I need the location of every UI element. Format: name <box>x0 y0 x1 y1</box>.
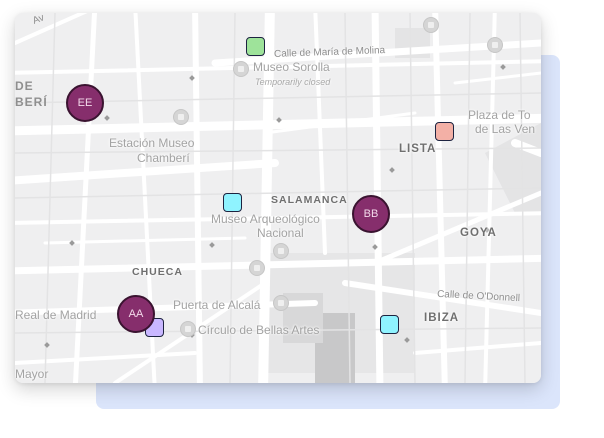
poi-label-mayor: Mayor <box>15 367 49 381</box>
poi-label-plaza-toros-line2: de Las Ven <box>475 122 536 136</box>
train-icon <box>249 260 265 276</box>
poi-label-estacion-line1: Estación Museo <box>109 136 195 150</box>
poi-label-circulo-bellas-artes: Círculo de Bellas Artes <box>198 323 320 337</box>
poi-label-arqueologico-line1: Museo Arqueológico <box>211 212 320 226</box>
district-label-chueca: CHUECA <box>132 266 183 278</box>
district-label-lista: LISTA <box>399 143 437 155</box>
camera-icon <box>487 37 503 53</box>
lock-icon <box>423 17 439 33</box>
district-label-goya: GOYA <box>460 227 497 239</box>
district-label-de: DE <box>15 79 34 93</box>
poi-label-real-madrid: Real de Madrid <box>15 308 97 322</box>
marker-square-cyan-center[interactable] <box>223 193 242 212</box>
marker-square-salmon[interactable] <box>435 122 454 141</box>
landmark-icon <box>273 295 289 311</box>
poi-label-sorolla-status: Temporarily closed <box>255 77 331 87</box>
marker-circle-ee[interactable]: EE <box>66 84 104 122</box>
poi-label-plaza-toros-line1: Plaza de To <box>468 108 531 122</box>
theatre-icon <box>180 321 196 337</box>
district-label-salamanca: SALAMANCA <box>271 194 348 206</box>
map-view[interactable]: Av DE BERÍ Calle de María de Molina Muse… <box>15 13 541 383</box>
marker-square-cyan-ibiza[interactable] <box>380 315 399 334</box>
marker-circle-bb[interactable]: BB <box>352 195 390 233</box>
district-label-chamberi: BERÍ <box>15 95 48 109</box>
museum-icon <box>173 109 189 125</box>
poi-label-puerta-alcala: Puerta de Alcalá <box>173 298 261 312</box>
marker-square-green[interactable] <box>246 37 265 56</box>
poi-label-arqueologico-line2: Nacional <box>257 226 304 240</box>
poi-label-estacion-line2: Chamberí <box>137 151 190 165</box>
museum-icon <box>233 61 249 77</box>
district-label-ibiza: IBIZA <box>424 312 460 324</box>
poi-label-museo-sorolla: Museo Sorolla <box>253 60 330 74</box>
marker-circle-aa[interactable]: AA <box>117 295 155 333</box>
museum-icon <box>273 243 289 259</box>
